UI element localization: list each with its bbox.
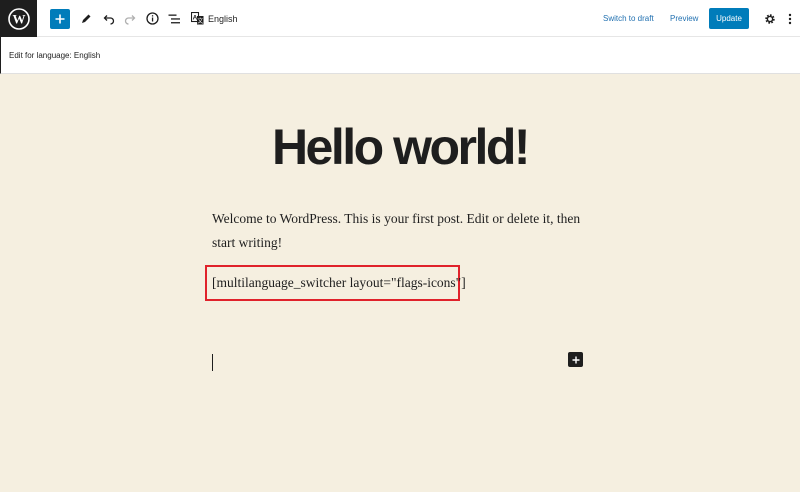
list-view-button[interactable]	[166, 8, 182, 29]
language-selector[interactable]: A 文 English	[191, 8, 238, 29]
update-button[interactable]: Update	[709, 8, 749, 29]
more-vertical-icon	[788, 13, 792, 24]
redo-button[interactable]	[122, 8, 138, 29]
paragraph-block[interactable]: Welcome to WordPress. This is your first…	[212, 207, 592, 255]
language-label: English	[208, 13, 238, 24]
info-icon	[145, 12, 159, 25]
svg-text:W: W	[12, 11, 25, 26]
translate-icon: A 文	[191, 12, 204, 25]
gear-icon	[765, 13, 775, 24]
language-notice-bar: Edit for language: English	[0, 37, 800, 74]
edit-language-text: Edit for language: English	[9, 51, 101, 60]
preview-button[interactable]: Preview	[670, 8, 698, 29]
post-title[interactable]: Hello world!	[0, 118, 800, 176]
switch-to-draft-button[interactable]: Switch to draft	[603, 8, 654, 29]
tools-button[interactable]	[78, 8, 94, 29]
settings-button[interactable]	[763, 8, 777, 29]
pencil-icon	[82, 14, 91, 23]
wordpress-icon: W	[7, 7, 30, 30]
editor-toolbar: W A 文 English Switch to draft Preview Up…	[0, 0, 800, 37]
block-inserter-button[interactable]	[568, 352, 583, 367]
undo-button[interactable]	[101, 8, 117, 29]
wordpress-logo-button[interactable]: W	[0, 0, 37, 37]
shortcode-block[interactable]: [multilanguage_switcher layout="flags-ic…	[212, 272, 466, 294]
options-button[interactable]	[785, 8, 795, 29]
text-cursor	[212, 354, 213, 371]
svg-text:文: 文	[197, 17, 203, 25]
add-block-button[interactable]	[50, 9, 70, 29]
list-view-icon	[168, 14, 180, 23]
details-button[interactable]	[144, 8, 160, 29]
undo-icon	[103, 14, 115, 25]
redo-icon	[124, 14, 136, 25]
plus-icon	[572, 356, 579, 363]
plus-icon	[55, 14, 65, 24]
